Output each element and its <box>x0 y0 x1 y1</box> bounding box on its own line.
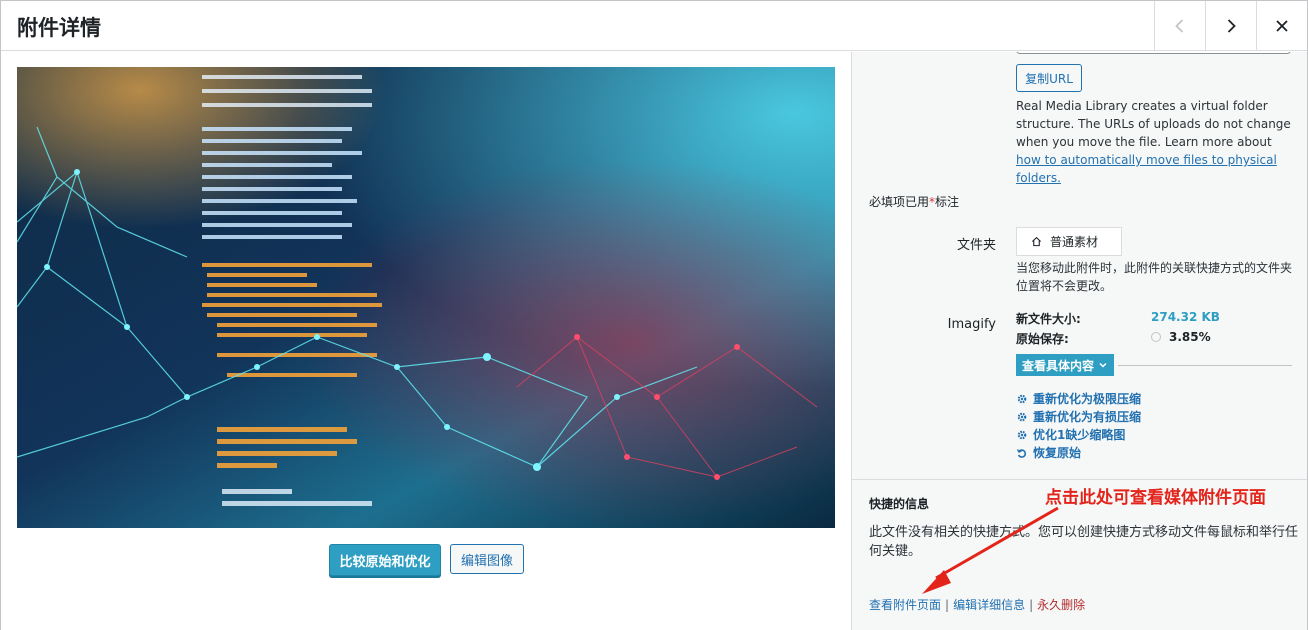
image-actions: 比较原始和优化 编辑图像 <box>1 544 851 576</box>
attachment-links: 查看附件页面 | 编辑详细信息 | 永久删除 <box>869 596 1085 613</box>
new-size-label: 新文件大小: <box>1016 312 1081 326</box>
progress-circle-icon <box>1151 332 1161 342</box>
folder-value: 普通素材 <box>1050 235 1099 249</box>
original-saved-label: 原始保存: <box>1016 332 1069 346</box>
image-panel: 比较原始和优化 编辑图像 <box>1 52 851 630</box>
section-divider <box>852 479 1307 480</box>
required-suffix: 标注 <box>935 195 960 209</box>
reoptimize-ultra-link[interactable]: 重新优化为极限压缩 <box>1016 390 1141 407</box>
details-divider <box>1118 365 1292 366</box>
new-size-value: 274.32 KB <box>1151 310 1220 324</box>
action-label: 恢复原始 <box>1033 446 1082 460</box>
attachment-details-modal: 附件详情 比较原始和优化 编辑图像 复制URL Real Media Libra… <box>0 0 1308 630</box>
link-separator: | <box>945 598 950 612</box>
code-network-picture <box>17 67 835 528</box>
chevron-left-icon <box>1175 19 1184 33</box>
gear-icon <box>1017 394 1027 403</box>
rml-description-text: Real Media Library creates a virtual fol… <box>1016 99 1291 149</box>
undo-icon <box>1016 448 1027 458</box>
home-icon <box>1031 236 1042 247</box>
chevron-down-icon <box>1099 362 1107 368</box>
optimize-thumbnails-link[interactable]: 优化1缺少缩略图 <box>1016 426 1125 443</box>
rml-description: Real Media Library creates a virtual fol… <box>1016 97 1292 187</box>
required-fields-note: 必填项已用*标注 <box>869 193 959 210</box>
rml-learn-more-link[interactable]: how to automatically move files to physi… <box>1016 153 1277 185</box>
view-details-button[interactable]: 查看具体内容 <box>1016 354 1115 376</box>
restore-original-link[interactable]: 恢复原始 <box>1016 444 1081 461</box>
copy-url-button[interactable]: 复制URL <box>1016 64 1082 92</box>
close-button[interactable] <box>1256 1 1307 51</box>
action-label: 重新优化为有损压缩 <box>1033 410 1142 424</box>
folder-select-button[interactable]: 普通素材 <box>1016 227 1122 256</box>
file-url-input[interactable] <box>1016 52 1291 54</box>
next-button[interactable] <box>1205 1 1256 51</box>
delete-permanently-link[interactable]: 永久删除 <box>1037 598 1085 612</box>
original-saved-value: 3.85% <box>1169 330 1211 344</box>
view-details-label: 查看具体内容 <box>1022 358 1095 373</box>
original-saved-row: 3.85% <box>1151 330 1211 344</box>
attachment-image <box>17 67 835 528</box>
view-attachment-page-link[interactable]: 查看附件页面 <box>869 598 941 612</box>
gear-icon <box>1017 412 1027 421</box>
folder-label: 文件夹 <box>956 238 996 253</box>
chevron-right-icon <box>1227 19 1236 33</box>
gear-icon <box>1017 430 1027 439</box>
previous-button[interactable] <box>1154 1 1205 51</box>
compare-original-button[interactable]: 比较原始和优化 <box>329 544 441 576</box>
required-prefix: 必填项已用 <box>869 195 930 209</box>
folder-note: 当您移动此附件时，此附件的关联快捷方式的文件夹位置将不会更改。 <box>1016 261 1293 293</box>
link-separator: | <box>1029 598 1034 612</box>
imagify-label: Imagify <box>947 317 996 332</box>
close-icon <box>1276 20 1288 32</box>
modal-title: 附件详情 <box>17 16 101 40</box>
annotation-callout: 点击此处可查看媒体附件页面 <box>1041 481 1270 510</box>
shortcut-info-desc: 此文件没有相关的快捷方式。您可以创建快捷方式移动文件每鼠标和举行任何关键。 <box>869 525 1299 559</box>
edit-more-details-link[interactable]: 编辑详细信息 <box>953 598 1025 612</box>
modal-header: 附件详情 <box>1 1 1307 51</box>
action-label: 重新优化为极限压缩 <box>1033 392 1142 406</box>
shortcut-info-title: 快捷的信息 <box>869 497 930 511</box>
action-label: 优化1缺少缩略图 <box>1033 428 1126 442</box>
details-panel: 复制URL Real Media Library creates a virtu… <box>851 52 1307 630</box>
edit-image-button[interactable]: 编辑图像 <box>450 544 524 574</box>
reoptimize-lossy-link[interactable]: 重新优化为有损压缩 <box>1016 408 1141 425</box>
